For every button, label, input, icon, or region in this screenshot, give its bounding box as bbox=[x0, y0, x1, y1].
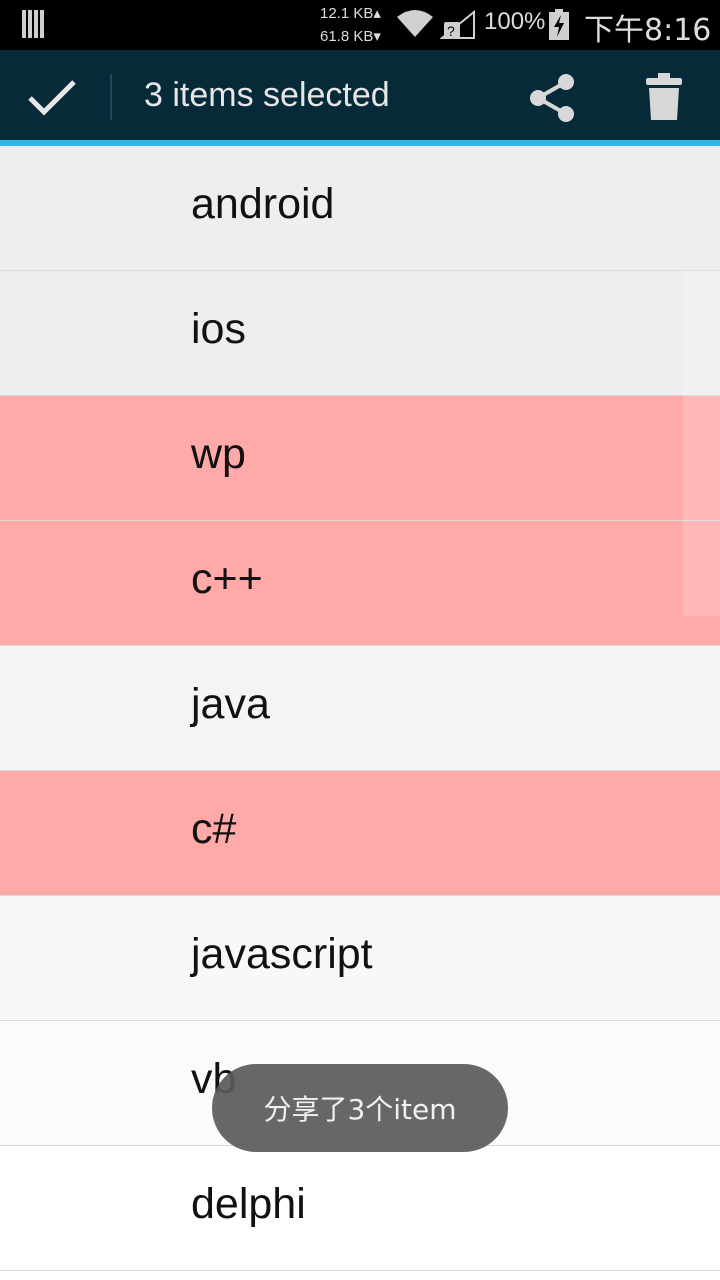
list-item[interactable]: c++ bbox=[0, 521, 720, 646]
list-item-label: wp bbox=[191, 430, 246, 478]
list-item-label: ios bbox=[191, 305, 246, 353]
no-sim-signal-icon: ? bbox=[440, 10, 475, 39]
list-item[interactable]: ios bbox=[0, 271, 720, 396]
list-item[interactable]: javascript bbox=[0, 896, 720, 1021]
battery-percent: 100% bbox=[484, 8, 546, 35]
list-item-label: c# bbox=[191, 805, 237, 853]
network-speed: 12.1 KB▴ 61.8 KB▾ bbox=[320, 2, 392, 48]
list-item-label: android bbox=[191, 180, 335, 228]
signal-bars-icon bbox=[22, 10, 48, 38]
contextual-action-bar: 3 items selected bbox=[0, 50, 720, 140]
toast: 分享了3个item bbox=[212, 1064, 508, 1152]
net-down-text: 61.8 KB▾ bbox=[320, 28, 381, 45]
status-bar: 12.1 KB▴ 61.8 KB▾ ? 100% 下午8:16 bbox=[0, 0, 720, 50]
list-item[interactable]: android bbox=[0, 146, 720, 271]
list-item[interactable]: delphi bbox=[0, 1146, 720, 1271]
list-item-label: c++ bbox=[191, 555, 263, 603]
net-up-text: 12.1 KB▴ bbox=[320, 5, 381, 22]
list-item[interactable]: wp bbox=[0, 396, 720, 521]
action-bar-divider bbox=[110, 74, 112, 120]
check-icon[interactable] bbox=[26, 78, 78, 118]
clock: 下午8:16 bbox=[584, 13, 712, 48]
wifi-icon bbox=[397, 10, 433, 37]
list-item-label: delphi bbox=[191, 1180, 306, 1228]
svg-text:?: ? bbox=[447, 23, 455, 39]
list-item[interactable]: java bbox=[0, 646, 720, 771]
list-item-label: javascript bbox=[191, 930, 373, 978]
battery-charging-icon bbox=[549, 9, 569, 40]
selection-count-title: 3 items selected bbox=[144, 76, 390, 114]
list-item-label: java bbox=[191, 680, 270, 728]
share-icon[interactable] bbox=[528, 72, 576, 124]
overscroll-glow bbox=[683, 270, 720, 616]
toast-message: 分享了3个item bbox=[263, 1093, 457, 1126]
trash-icon[interactable] bbox=[644, 72, 684, 122]
list-item[interactable]: c# bbox=[0, 771, 720, 896]
